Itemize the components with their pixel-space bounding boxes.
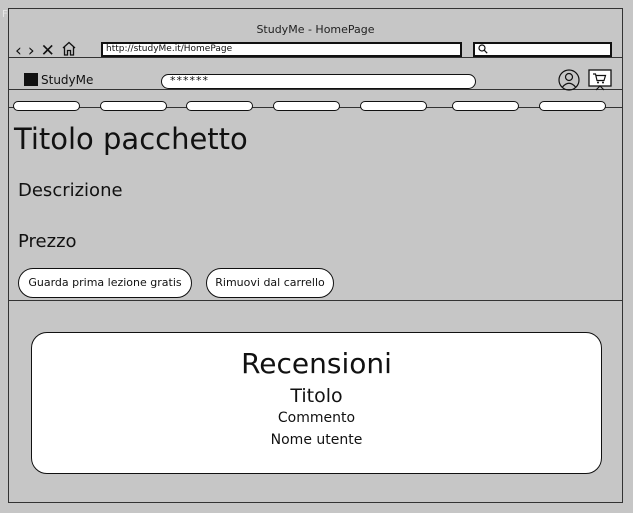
reviews-heading: Recensioni bbox=[241, 347, 392, 380]
menu-item[interactable] bbox=[452, 101, 519, 111]
window-title: StudyMe - HomePage bbox=[256, 23, 375, 36]
review-username: Nome utente bbox=[270, 432, 363, 448]
search-icon bbox=[478, 44, 488, 54]
menu-item[interactable] bbox=[100, 101, 167, 111]
menu-item[interactable] bbox=[13, 101, 80, 111]
menu-item[interactable] bbox=[186, 101, 253, 111]
browser-search-field[interactable] bbox=[473, 42, 612, 57]
user-icon[interactable] bbox=[558, 69, 580, 95]
logo-icon bbox=[24, 73, 38, 86]
logo-text[interactable]: StudyMe bbox=[41, 73, 93, 87]
package-title: Titolo pacchetto bbox=[14, 122, 248, 156]
browser-window: StudyMe - HomePage ‹ › ✕ http://studyMe.… bbox=[8, 8, 623, 503]
reviews-card: Recensioni Titolo Commento Nome utente bbox=[31, 332, 602, 474]
divider bbox=[9, 89, 622, 90]
menu-item[interactable] bbox=[273, 101, 340, 111]
review-comment: Commento bbox=[277, 410, 356, 426]
menu-item[interactable] bbox=[360, 101, 427, 111]
section-divider bbox=[9, 300, 622, 301]
free-lesson-button[interactable]: Guarda prima lezione gratis bbox=[18, 268, 192, 298]
review-title: Titolo bbox=[290, 385, 343, 407]
site-search-input[interactable]: ****** bbox=[161, 74, 476, 89]
package-description: Descrizione bbox=[18, 180, 123, 201]
package-price: Prezzo bbox=[18, 231, 77, 252]
divider bbox=[9, 57, 622, 58]
cart-icon[interactable] bbox=[588, 69, 612, 95]
remove-from-cart-button[interactable]: Rimuovi dal carrello bbox=[206, 268, 334, 298]
menu-item[interactable] bbox=[539, 101, 606, 111]
url-bar[interactable]: http://studyMe.it/HomePage bbox=[101, 42, 462, 57]
